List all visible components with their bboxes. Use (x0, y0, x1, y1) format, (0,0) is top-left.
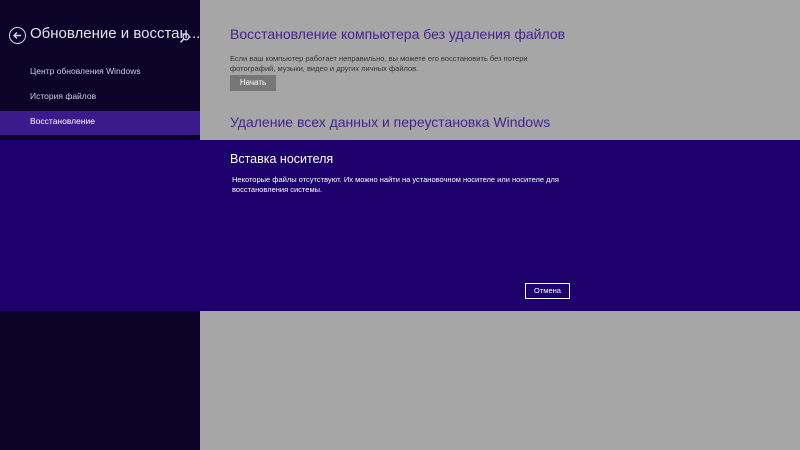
sidebar-item-file-history[interactable]: История файлов (0, 86, 200, 110)
sidebar-item-recovery[interactable]: Восстановление (0, 111, 200, 135)
search-icon[interactable] (179, 29, 191, 43)
sidebar-item-label: История файлов (30, 91, 97, 101)
sidebar-item-label: Восстановление (30, 116, 96, 126)
insert-media-dialog: Вставка носителя Некоторые файлы отсутст… (0, 140, 800, 311)
reset-section-title: Удаление всех данных и переустановка Win… (230, 114, 551, 130)
page-title: Обновление и восстан... (30, 25, 201, 42)
refresh-section-title: Восстановление компьютера без удаления ф… (230, 26, 566, 42)
back-arrow-icon[interactable] (9, 27, 26, 44)
sidebar-item-label: Центр обновления Windows (30, 66, 141, 76)
refresh-section-description: Если ваш компьютер работает неправильно,… (230, 54, 528, 73)
dialog-message: Некоторые файлы отсутствуют. Их можно на… (232, 175, 559, 194)
sidebar-header: Обновление и восстан... (0, 0, 200, 70)
start-button[interactable]: Начать (230, 75, 276, 91)
cancel-button[interactable]: Отмена (525, 283, 570, 299)
sidebar-item-windows-update[interactable]: Центр обновления Windows (0, 61, 200, 85)
dialog-title: Вставка носителя (230, 152, 334, 166)
